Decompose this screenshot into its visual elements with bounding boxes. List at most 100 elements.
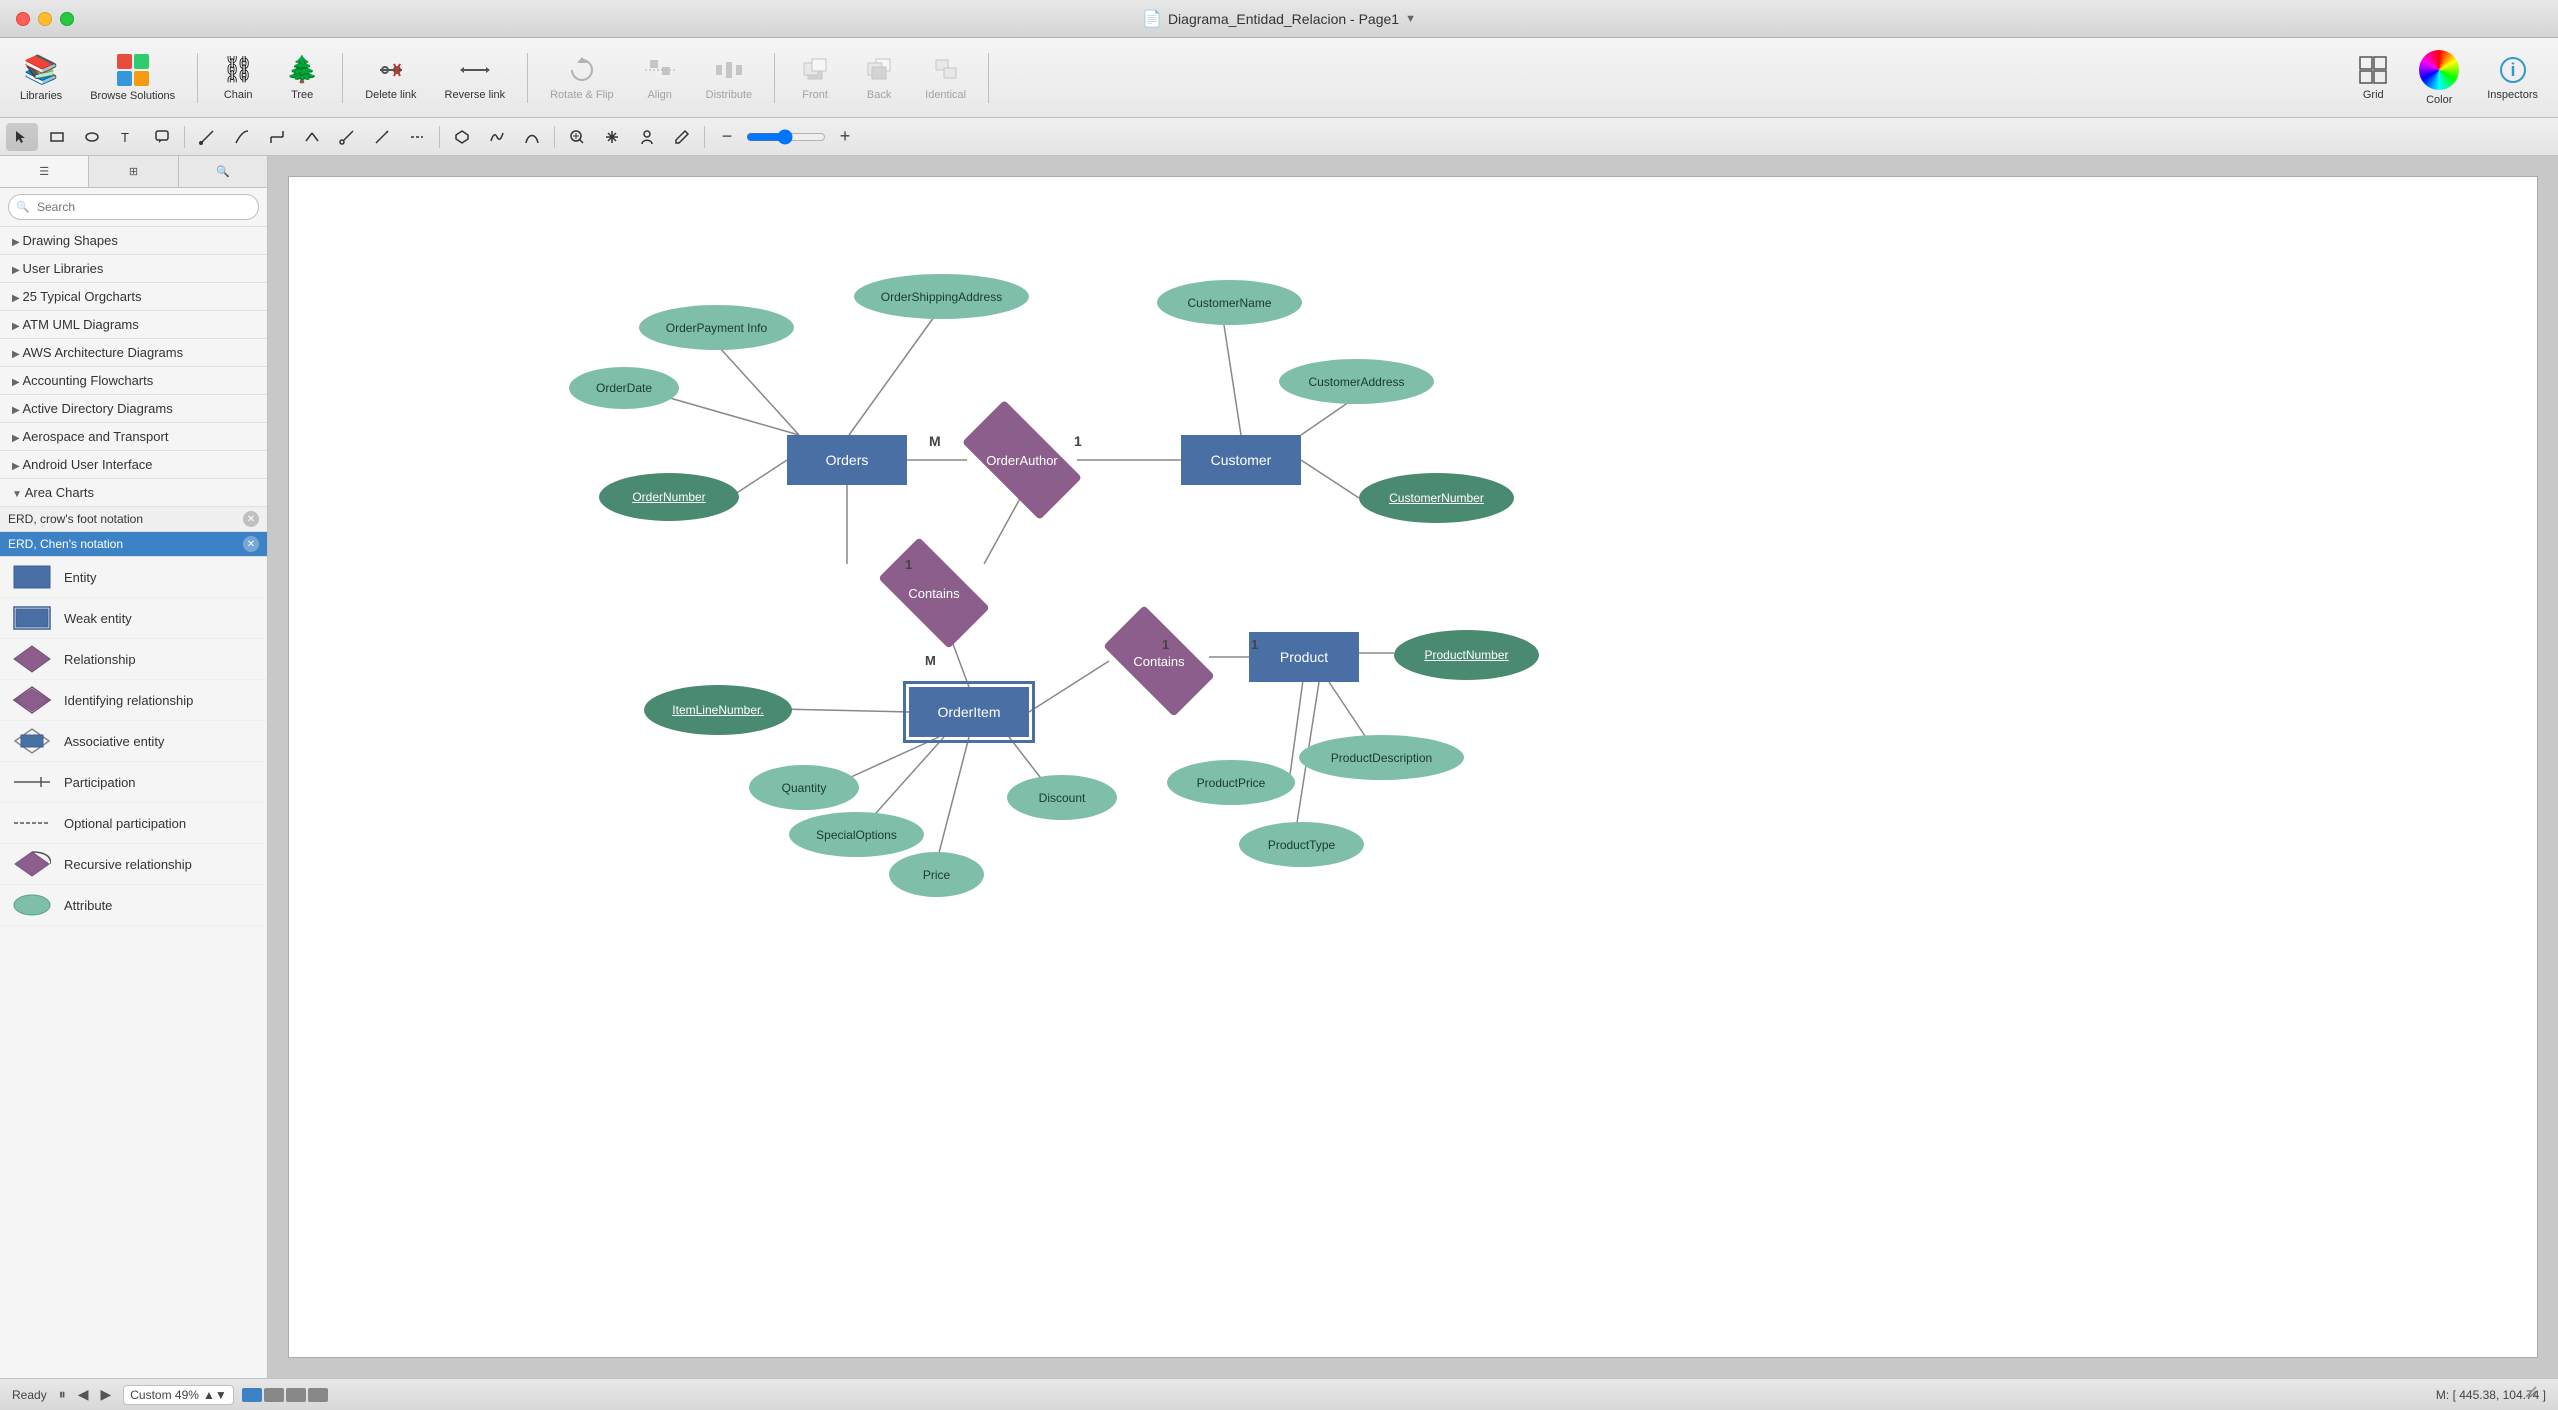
sidebar-section-aerospace[interactable]: Aerospace and Transport (0, 423, 267, 451)
library-erd-crow[interactable]: ERD, crow's foot notation ✕ (0, 507, 267, 532)
person-tool[interactable] (631, 123, 663, 151)
nav-pause-button[interactable]: ⏸ (55, 1386, 70, 1403)
page-icon-1[interactable] (242, 1388, 262, 1402)
grid-button[interactable]: Grid (2343, 43, 2403, 113)
sidebar-tab-grid[interactable]: ⊞ (89, 156, 178, 187)
connector-tool-7[interactable] (401, 123, 433, 151)
ellipse-tool[interactable] (76, 123, 108, 151)
back-button[interactable]: Back (849, 43, 909, 113)
shape-assoc-entity[interactable]: Associative entity (0, 721, 267, 762)
color-button[interactable]: Color (2407, 43, 2471, 113)
connector-tool-5[interactable] (331, 123, 363, 151)
entity-orders[interactable]: Orders (787, 435, 907, 485)
front-button[interactable]: Front (785, 43, 845, 113)
delete-link-button[interactable]: Delete link (353, 43, 428, 113)
inspectors-button[interactable]: i Inspectors (2475, 43, 2550, 113)
connector-tool-4[interactable] (296, 123, 328, 151)
tree-button[interactable]: 🌲 Tree (272, 43, 332, 113)
connector-tool-3[interactable] (261, 123, 293, 151)
attr-customernumber[interactable]: CustomerNumber (1359, 473, 1514, 523)
entity-orderitem[interactable]: OrderItem (909, 687, 1029, 737)
bezier-tool[interactable] (516, 123, 548, 151)
zoom-slider[interactable] (746, 129, 826, 145)
nav-next-button[interactable]: ▶ (96, 1386, 115, 1403)
entity-customer[interactable]: Customer (1181, 435, 1301, 485)
relationship-contains-2[interactable]: Contains (1109, 632, 1209, 690)
sidebar-section-orgcharts[interactable]: 25 Typical Orgcharts (0, 283, 267, 311)
sidebar-section-user-libraries[interactable]: User Libraries (0, 255, 267, 283)
attr-customeraddress[interactable]: CustomerAddress (1279, 359, 1434, 404)
freeform-tool[interactable] (481, 123, 513, 151)
minimize-button[interactable] (38, 12, 52, 26)
sidebar-tab-search[interactable]: 🔍 (179, 156, 267, 187)
dropdown-arrow[interactable]: ▼ (1405, 13, 1416, 25)
polygon-tool[interactable] (446, 123, 478, 151)
attr-orderpayment[interactable]: OrderPayment Info (639, 305, 794, 350)
attr-orderdate[interactable]: OrderDate (569, 367, 679, 409)
sidebar-section-android[interactable]: Android User Interface (0, 451, 267, 479)
page-icon-4[interactable] (308, 1388, 328, 1402)
entity-product[interactable]: Product (1249, 632, 1359, 682)
attr-quantity[interactable]: Quantity (749, 765, 859, 810)
relationship-orderauthor[interactable]: OrderAuthor (967, 430, 1077, 490)
diagram-canvas[interactable]: Orders Customer Product OrderItem OrderA… (288, 176, 2538, 1358)
align-button[interactable]: Align (630, 43, 690, 113)
pan-tool[interactable] (596, 123, 628, 151)
attr-productdescription[interactable]: ProductDescription (1299, 735, 1464, 780)
zoom-selector[interactable]: Custom 49% ▲▼ (123, 1385, 233, 1405)
callout-tool[interactable] (146, 123, 178, 151)
canvas-area[interactable]: Orders Customer Product OrderItem OrderA… (268, 156, 2558, 1378)
close-library-crow-button[interactable]: ✕ (243, 511, 259, 527)
identical-button[interactable]: Identical (913, 43, 978, 113)
shape-rec-relationship[interactable]: Recursive relationship (0, 844, 267, 885)
page-icon-3[interactable] (286, 1388, 306, 1402)
zoom-in-tool[interactable] (561, 123, 593, 151)
zoom-out-button[interactable]: − (711, 123, 743, 151)
sidebar-section-atm-uml[interactable]: ATM UML Diagrams (0, 311, 267, 339)
shape-opt-participation[interactable]: Optional participation (0, 803, 267, 844)
attr-discount[interactable]: Discount (1007, 775, 1117, 820)
close-library-chen-button[interactable]: ✕ (243, 536, 259, 552)
pen-tool[interactable] (666, 123, 698, 151)
attr-productnumber[interactable]: ProductNumber (1394, 630, 1539, 680)
sidebar-section-active-directory[interactable]: Active Directory Diagrams (0, 395, 267, 423)
maximize-button[interactable] (60, 12, 74, 26)
rotate-flip-button[interactable]: Rotate & Flip (538, 43, 626, 113)
attr-specialoptions[interactable]: SpecialOptions (789, 812, 924, 857)
libraries-button[interactable]: 📚 Libraries (8, 43, 74, 113)
reverse-link-button[interactable]: Reverse link (433, 43, 518, 113)
sidebar-section-aws[interactable]: AWS Architecture Diagrams (0, 339, 267, 367)
zoom-in-button-2[interactable]: + (829, 123, 861, 151)
sidebar-section-area-charts[interactable]: Area Charts (0, 479, 267, 507)
shape-entity[interactable]: Entity (0, 557, 267, 598)
relationship-contains-1[interactable]: Contains (884, 564, 984, 622)
distribute-button[interactable]: Distribute (694, 43, 764, 113)
page-icon-2[interactable] (264, 1388, 284, 1402)
shape-participation[interactable]: Participation (0, 762, 267, 803)
sidebar-section-accounting[interactable]: Accounting Flowcharts (0, 367, 267, 395)
search-input[interactable] (8, 194, 259, 220)
nav-prev-button[interactable]: ◀ (74, 1386, 93, 1403)
attr-producttype[interactable]: ProductType (1239, 822, 1364, 867)
attr-ordershipping[interactable]: OrderShippingAddress (854, 274, 1029, 319)
browse-solutions-button[interactable]: Browse Solutions (78, 43, 187, 113)
connector-tool-1[interactable] (191, 123, 223, 151)
cursor-tool[interactable] (6, 123, 38, 151)
library-erd-chen[interactable]: ERD, Chen's notation ✕ (0, 532, 267, 557)
sidebar-section-drawing-shapes[interactable]: Drawing Shapes (0, 227, 267, 255)
connector-tool-6[interactable] (366, 123, 398, 151)
resize-handle[interactable] (2524, 1385, 2538, 1402)
shape-attribute[interactable]: Attribute (0, 885, 267, 926)
chain-button[interactable]: ⛓ Chain (208, 43, 268, 113)
connector-tool-2[interactable] (226, 123, 258, 151)
shape-id-relationship[interactable]: Identifying relationship (0, 680, 267, 721)
attr-ordernumber[interactable]: OrderNumber (599, 473, 739, 521)
attr-customername[interactable]: CustomerName (1157, 280, 1302, 325)
close-button[interactable] (16, 12, 30, 26)
attr-price[interactable]: Price (889, 852, 984, 897)
sidebar-tab-list[interactable]: ☰ (0, 156, 89, 187)
attr-productprice[interactable]: ProductPrice (1167, 760, 1295, 805)
rect-tool[interactable] (41, 123, 73, 151)
attr-itemlinenumber[interactable]: ItemLineNumber. (644, 685, 792, 735)
shape-relationship[interactable]: Relationship (0, 639, 267, 680)
